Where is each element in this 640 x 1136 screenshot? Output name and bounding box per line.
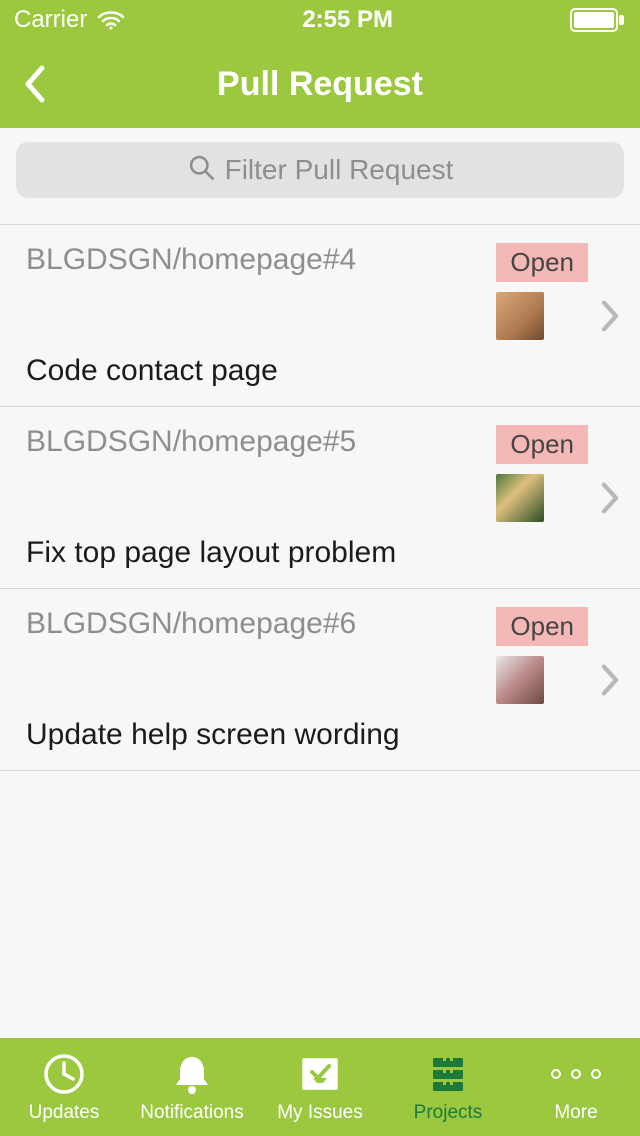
page-title: Pull Request	[217, 65, 423, 104]
pr-row[interactable]: BLGDSGN/homepage#4 Open Code contact pag…	[0, 224, 640, 407]
pr-row[interactable]: BLGDSGN/homepage#6 Open Update help scre…	[0, 589, 640, 771]
pr-ref: BLGDSGN/homepage#4	[26, 243, 476, 277]
tab-label: Updates	[29, 1102, 100, 1124]
projects-icon	[426, 1050, 470, 1098]
tab-my-issues[interactable]: My Issues	[256, 1038, 384, 1136]
chevron-right-icon	[598, 481, 622, 515]
status-badge: Open	[496, 607, 588, 646]
search-placeholder: Filter Pull Request	[225, 154, 454, 186]
wifi-icon	[97, 10, 125, 30]
status-time: 2:55 PM	[302, 6, 393, 34]
avatar	[496, 656, 544, 704]
battery-icon	[570, 8, 626, 32]
carrier-label: Carrier	[14, 6, 87, 34]
search-input[interactable]: Filter Pull Request	[16, 142, 624, 198]
header: Carrier 2:55 PM Pull	[0, 0, 640, 128]
status-badge: Open	[496, 243, 588, 282]
search-icon	[187, 153, 215, 188]
clock-icon	[42, 1050, 86, 1098]
chevron-right-icon	[598, 299, 622, 333]
bell-icon	[170, 1050, 214, 1098]
tab-label: Projects	[414, 1102, 483, 1124]
inbox-check-icon	[298, 1050, 342, 1098]
pr-row[interactable]: BLGDSGN/homepage#5 Open Fix top page lay…	[0, 407, 640, 589]
pr-ref: BLGDSGN/homepage#5	[26, 425, 476, 459]
tab-updates[interactable]: Updates	[0, 1038, 128, 1136]
pr-title: Update help screen wording	[26, 718, 588, 752]
back-button[interactable]	[12, 62, 56, 106]
tab-label: Notifications	[140, 1102, 244, 1124]
status-badge: Open	[496, 425, 588, 464]
status-left: Carrier	[14, 6, 125, 34]
pr-title: Code contact page	[26, 354, 588, 388]
avatar	[496, 474, 544, 522]
avatar	[496, 292, 544, 340]
tab-bar: Updates Notifications My Issues	[0, 1038, 640, 1136]
searchbar-container: Filter Pull Request	[0, 128, 640, 206]
chevron-right-icon	[598, 663, 622, 697]
tab-notifications[interactable]: Notifications	[128, 1038, 256, 1136]
tab-projects[interactable]: Projects	[384, 1038, 512, 1136]
more-icon	[551, 1050, 601, 1098]
pr-ref: BLGDSGN/homepage#6	[26, 607, 476, 641]
status-bar: Carrier 2:55 PM	[0, 0, 640, 40]
pr-title: Fix top page layout problem	[26, 536, 588, 570]
tab-label: My Issues	[277, 1102, 363, 1124]
pr-list: BLGDSGN/homepage#4 Open Code contact pag…	[0, 206, 640, 1038]
tab-label: More	[554, 1102, 597, 1124]
nav-bar: Pull Request	[0, 40, 640, 128]
tab-more[interactable]: More	[512, 1038, 640, 1136]
